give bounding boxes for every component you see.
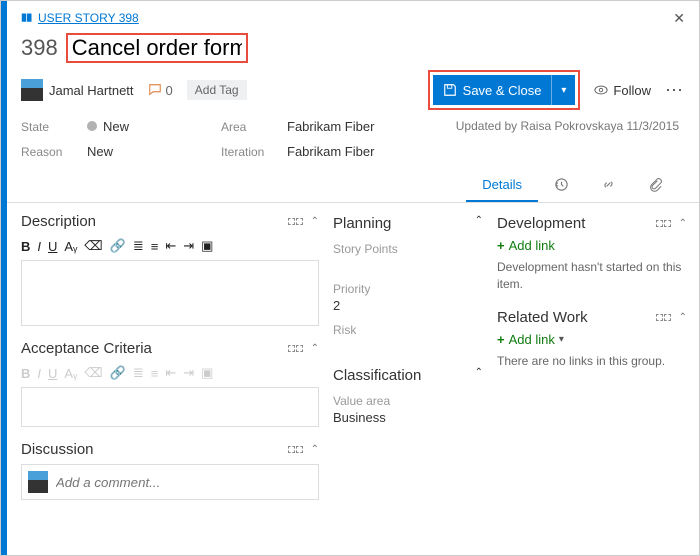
avatar <box>21 79 43 101</box>
development-header: Development ⌃ <box>497 215 687 232</box>
assignee[interactable]: Jamal Hartnett <box>21 79 134 101</box>
link-tool-icon[interactable]: 🔗 <box>110 365 126 381</box>
save-button-label: Save & Close <box>463 83 542 98</box>
iteration-value[interactable]: Fabrikam Fiber <box>287 144 374 159</box>
save-dropdown-button[interactable]: ▾ <box>551 75 575 105</box>
save-icon <box>443 83 457 97</box>
discussion-input-wrap[interactable] <box>21 464 319 500</box>
more-actions-button[interactable]: ⋯ <box>665 80 685 101</box>
development-empty-text: Development hasn't started on this item. <box>497 259 687 293</box>
risk-label: Risk <box>333 323 483 337</box>
plus-icon: + <box>497 332 505 347</box>
description-editor[interactable] <box>21 260 319 326</box>
development-add-link[interactable]: + Add link <box>497 238 687 253</box>
acceptance-editor[interactable] <box>21 387 319 427</box>
tab-details[interactable]: Details <box>466 169 538 202</box>
tab-attachments[interactable] <box>632 169 679 202</box>
close-icon[interactable]: ✕ <box>673 10 685 27</box>
description-header: Description ⌃ <box>21 213 319 230</box>
description-toolbar[interactable]: B I U Aᵧ ⌫ 🔗 ≣ ≡ ⇤ ⇥ ▣ <box>21 236 319 256</box>
underline-icon[interactable]: U <box>48 239 57 254</box>
image-icon[interactable]: ▣ <box>201 238 213 254</box>
related-add-link[interactable]: + Add link ▾ <box>497 332 687 347</box>
clear-format-icon[interactable]: ⌫ <box>84 238 102 254</box>
font-icon[interactable]: Aᵧ <box>64 366 77 381</box>
work-item-id: 398 <box>21 35 58 61</box>
number-list-icon[interactable]: ≡ <box>151 239 159 254</box>
title-input[interactable] <box>72 35 242 61</box>
discussion-header: Discussion ⌃ <box>21 441 319 458</box>
acceptance-header: Acceptance Criteria ⌃ <box>21 340 319 357</box>
state-value[interactable]: New <box>87 119 129 134</box>
italic-icon[interactable]: I <box>37 366 41 381</box>
plus-icon: + <box>497 238 505 253</box>
state-label: State <box>21 120 69 134</box>
priority-value[interactable]: 2 <box>333 298 483 313</box>
bold-icon[interactable]: B <box>21 366 30 381</box>
story-points-label: Story Points <box>333 242 483 256</box>
breadcrumb[interactable]: USER STORY 398 <box>21 11 139 25</box>
state-dot-icon <box>87 121 97 131</box>
comment-count: 0 <box>166 83 173 98</box>
indent-icon[interactable]: ⇥ <box>183 238 194 254</box>
breadcrumb-link[interactable]: USER STORY 398 <box>38 11 139 25</box>
priority-label: Priority <box>333 282 483 296</box>
assignee-name: Jamal Hartnett <box>49 83 134 98</box>
area-label: Area <box>221 120 269 134</box>
avatar <box>28 471 48 493</box>
image-icon[interactable]: ▣ <box>201 365 213 381</box>
tab-links[interactable] <box>585 169 632 202</box>
indent-icon[interactable]: ⇥ <box>183 365 194 381</box>
updated-by-text: Updated by Raisa Pokrovskaya 11/3/2015 <box>456 119 679 133</box>
history-icon <box>554 177 569 192</box>
reason-label: Reason <box>21 145 69 159</box>
eye-icon <box>594 83 608 97</box>
underline-icon[interactable]: U <box>48 366 57 381</box>
collapse-icon[interactable]: ⌃ <box>475 215 483 232</box>
collapse-icon[interactable]: ⌃ <box>475 367 483 384</box>
link-icon <box>601 177 616 192</box>
outdent-icon[interactable]: ⇤ <box>165 365 176 381</box>
comment-icon <box>148 83 162 97</box>
add-tag-button[interactable]: Add Tag <box>187 80 247 100</box>
collapse-icon[interactable]: ⌃ <box>311 216 319 227</box>
tab-history[interactable] <box>538 169 585 202</box>
classification-header: Classification <box>333 367 421 384</box>
acceptance-toolbar[interactable]: B I U Aᵧ ⌫ 🔗 ≣ ≡ ⇤ ⇥ ▣ <box>21 363 319 383</box>
planning-header: Planning <box>333 215 391 232</box>
discussion-input[interactable] <box>56 475 312 490</box>
related-header: Related Work ⌃ <box>497 309 687 326</box>
link-tool-icon[interactable]: 🔗 <box>110 238 126 254</box>
bullet-list-icon[interactable]: ≣ <box>133 365 144 381</box>
collapse-icon[interactable]: ⌃ <box>679 312 687 323</box>
chevron-down-icon: ▾ <box>559 334 564 345</box>
save-and-close-button[interactable]: Save & Close <box>433 75 552 105</box>
collapse-icon[interactable]: ⌃ <box>311 343 319 354</box>
italic-icon[interactable]: I <box>37 239 41 254</box>
value-area-value[interactable]: Business <box>333 410 483 425</box>
follow-label: Follow <box>613 83 651 98</box>
related-empty-text: There are no links in this group. <box>497 353 687 370</box>
area-value[interactable]: Fabrikam Fiber <box>287 119 374 134</box>
iteration-label: Iteration <box>221 145 269 159</box>
follow-button[interactable]: Follow <box>594 83 651 98</box>
bullet-list-icon[interactable]: ≣ <box>133 238 144 254</box>
collapse-icon[interactable]: ⌃ <box>311 444 319 455</box>
clear-format-icon[interactable]: ⌫ <box>84 365 102 381</box>
number-list-icon[interactable]: ≡ <box>151 366 159 381</box>
reason-value[interactable]: New <box>87 144 113 159</box>
bold-icon[interactable]: B <box>21 239 30 254</box>
outdent-icon[interactable]: ⇤ <box>165 238 176 254</box>
attachment-icon <box>648 177 663 192</box>
value-area-label: Value area <box>333 394 483 408</box>
collapse-icon[interactable]: ⌃ <box>679 218 687 229</box>
book-icon <box>21 12 33 24</box>
comments-indicator[interactable]: 0 <box>148 83 173 98</box>
font-icon[interactable]: Aᵧ <box>64 239 77 254</box>
